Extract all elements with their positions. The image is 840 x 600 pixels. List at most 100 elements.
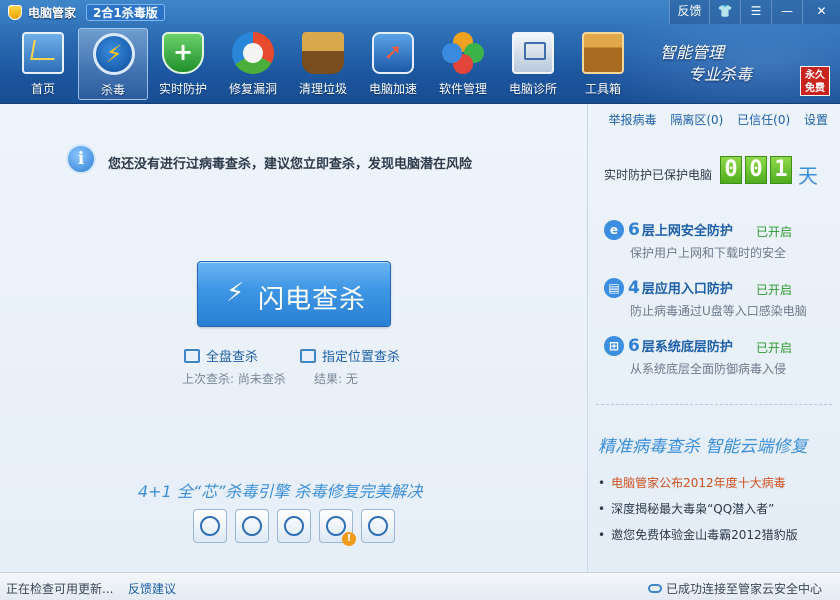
nav-repair[interactable]: 修复漏洞 — [218, 28, 288, 100]
system-engine-icon[interactable] — [361, 509, 395, 543]
layer-title: 6 层上网安全防护 — [628, 220, 733, 240]
checkbox-icon — [300, 349, 316, 363]
trusted-link[interactable]: 已信任(0) — [737, 113, 790, 127]
last-scan-info: 上次查杀: 尚未查杀 — [182, 372, 286, 386]
layer-title-text: 层上网安全防护 — [641, 224, 733, 239]
layer-title-text: 层系统底层防护 — [641, 340, 733, 355]
layer-status: 已开启 — [756, 225, 793, 239]
nav-label: 电脑诊所 — [508, 82, 557, 96]
header: 电脑管家 2合1杀毒版 反馈 👕 ☰ — ✕ 首页 杀毒 实时防护 修复漏洞 — [0, 0, 840, 104]
slogan: 智能管理 专业杀毒 — [660, 42, 752, 86]
nav-label: 杀毒 — [100, 83, 125, 97]
custom-scan-link[interactable]: 指定位置查杀 — [300, 346, 400, 365]
ie-icon: e — [604, 220, 624, 240]
minimize-button[interactable]: — — [771, 0, 802, 24]
heuristic-engine-icon[interactable] — [277, 509, 311, 543]
update-status: 正在检查可用更新... — [6, 582, 114, 596]
full-scan-link[interactable]: 全盘查杀 — [184, 346, 258, 365]
days-unit: 天 — [798, 164, 818, 188]
layer-description: 保护用户上网和下载时的安全 — [630, 246, 787, 260]
edition-badge: 2合1杀毒版 — [86, 4, 165, 21]
scan-panel: i 您还没有进行过病毒查杀，建议您立即查杀，发现电脑潜在风险 ⚡ 闪电查杀 全盘… — [0, 104, 588, 572]
minimize-icon: — — [781, 4, 793, 18]
rocket-icon — [372, 32, 414, 74]
day-digit: 1 — [770, 156, 792, 184]
nav-antivirus[interactable]: 杀毒 — [78, 28, 148, 100]
nav-realtime-protection[interactable]: 实时防护 — [148, 28, 218, 100]
main-nav: 首页 杀毒 实时防护 修复漏洞 清理垃圾 电脑加速 — [8, 28, 638, 100]
news-item[interactable]: 电脑管家公布2012年度十大病毒 — [598, 474, 786, 491]
quick-scan-button[interactable]: ⚡ 闪电查杀 — [197, 261, 391, 327]
free-badge: 永久免费 — [800, 66, 830, 96]
protection-days-counter: 0 0 1 — [720, 156, 795, 184]
full-scan-icon — [184, 349, 200, 363]
engine-slogan: 4+1 全“芯”杀毒引擎 杀毒修复完美解决 — [138, 482, 423, 501]
app-logo-icon — [8, 5, 22, 20]
nav-label: 工具箱 — [584, 82, 621, 96]
nav-speedup[interactable]: 电脑加速 — [358, 28, 428, 100]
layer-count: 6 — [628, 336, 640, 356]
cloud-icon — [647, 584, 662, 593]
feedback-link[interactable]: 反馈建议 — [128, 580, 176, 597]
report-virus-link[interactable]: 举报病毒 — [608, 113, 656, 127]
menu-icon: ☰ — [750, 4, 762, 18]
layer-title: 4 层应用入口防护 — [628, 278, 733, 298]
lightning-icon: ⚡ — [226, 278, 245, 308]
lightning-engine-icon[interactable] — [235, 509, 269, 543]
stethoscope-icon — [512, 32, 554, 74]
layer-status: 已开启 — [756, 283, 793, 297]
custom-scan-label: 指定位置查杀 — [322, 350, 401, 365]
toolbox-icon — [582, 32, 624, 74]
promo-title: 精准病毒查杀 智能云端修复 — [598, 437, 808, 457]
layer-description: 从系统底层全面防御病毒入侵 — [630, 362, 787, 376]
scan-notice: 您还没有进行过病毒查杀，建议您立即查杀，发现电脑潜在风险 — [108, 157, 473, 172]
settings-link[interactable]: 设置 — [804, 113, 828, 127]
info-icon: i — [66, 144, 96, 174]
protection-panel: 举报病毒 隔离区(0) 已信任(0) 设置 实时防护已保护电脑 0 0 1 天 … — [588, 104, 840, 572]
slogan-line1: 智能管理 — [660, 43, 725, 62]
news-item[interactable]: 深度揭秘最大毒枭“QQ潜入者” — [598, 500, 774, 517]
protection-days-label: 实时防护已保护电脑 — [604, 168, 713, 182]
broom-icon — [302, 32, 344, 74]
engine-icons: ! — [193, 509, 403, 546]
slogan-line2: 专业杀毒 — [688, 65, 753, 84]
cloud-status: 已成功连接至管家云安全中心 — [647, 580, 822, 597]
nav-toolbox[interactable]: 工具箱 — [568, 28, 638, 100]
shield-icon — [162, 32, 204, 74]
skin-button[interactable]: 👕 — [709, 0, 740, 24]
clover-icon — [442, 32, 484, 74]
right-links: 举报病毒 隔离区(0) 已信任(0) 设置 — [598, 111, 828, 128]
feedback-button[interactable]: 反馈 — [669, 0, 709, 24]
nav-label: 电脑加速 — [368, 82, 417, 96]
nav-label: 软件管理 — [438, 82, 487, 96]
layer-status: 已开启 — [756, 341, 793, 355]
scan-result-info: 结果: 无 — [314, 372, 358, 386]
news-item[interactable]: 邀您免费体验金山毒霸2012猎豹版 — [598, 526, 798, 543]
nav-home[interactable]: 首页 — [8, 28, 78, 100]
full-scan-label: 全盘查杀 — [206, 350, 259, 365]
divider — [596, 404, 832, 405]
status-bar: 正在检查可用更新... 反馈建议 已成功连接至管家云安全中心 — [0, 572, 840, 600]
monitor-icon — [22, 32, 64, 74]
window-controls: 反馈 👕 ☰ — ✕ — [669, 0, 840, 24]
menu-button[interactable]: ☰ — [740, 0, 771, 24]
layer-title-text: 层应用入口防护 — [641, 282, 733, 297]
shirt-icon: 👕 — [717, 4, 733, 18]
lightning-icon — [93, 33, 135, 75]
app-title: 电脑管家 — [28, 6, 77, 20]
usb-icon: ▤ — [604, 278, 624, 298]
repair-engine-icon[interactable]: ! — [319, 509, 356, 546]
layer-title: 6 层系统底层防护 — [628, 336, 733, 356]
title-bar: 电脑管家 2合1杀毒版 反馈 👕 ☰ — ✕ — [0, 0, 840, 24]
quarantine-link[interactable]: 隔离区(0) — [670, 113, 723, 127]
layer-description: 防止病毒通过U盘等入口感染电脑 — [630, 304, 807, 318]
close-button[interactable]: ✕ — [802, 0, 840, 24]
nav-software[interactable]: 软件管理 — [428, 28, 498, 100]
layer-count: 6 — [628, 220, 640, 240]
nav-clinic[interactable]: 电脑诊所 — [498, 28, 568, 100]
nav-cleanup[interactable]: 清理垃圾 — [288, 28, 358, 100]
warning-icon: ! — [342, 532, 356, 546]
cloud-status-text: 已成功连接至管家云安全中心 — [665, 582, 822, 596]
cloud-engine-icon[interactable] — [193, 509, 227, 543]
nav-label: 清理垃圾 — [298, 82, 347, 96]
